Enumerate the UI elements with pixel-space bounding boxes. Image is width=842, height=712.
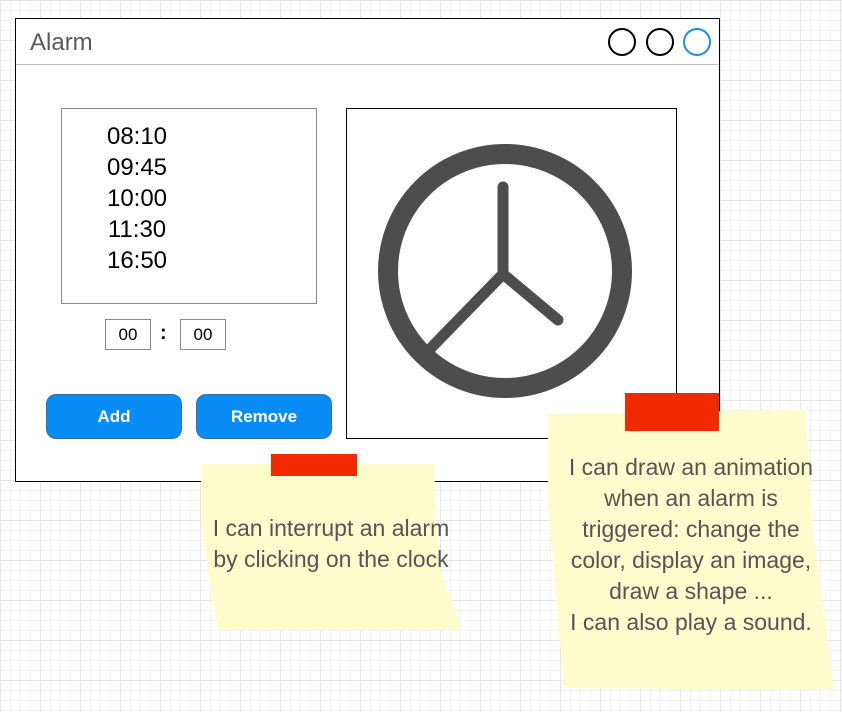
alarm-list-item[interactable]: 09:45: [62, 152, 212, 183]
time-separator: :: [160, 322, 167, 344]
note-line: I can also play a sound.: [570, 609, 812, 635]
window-title: Alarm: [30, 29, 93, 56]
alarm-list-item[interactable]: 16:50: [62, 245, 212, 276]
sticky-note-interrupt: I can interrupt an alarm by clicking on …: [196, 452, 466, 634]
window-control-button-2[interactable]: [646, 28, 674, 56]
title-bar: Alarm: [16, 19, 719, 65]
note-text: I can draw an animation when an alarm is…: [546, 452, 836, 638]
clock-display[interactable]: [346, 108, 677, 439]
alarm-list-item[interactable]: 08:10: [62, 121, 212, 152]
window-control-button-3[interactable]: [683, 28, 711, 56]
clock-icon: [378, 144, 632, 398]
note-line: I can draw an animation: [568, 454, 814, 480]
alarm-list[interactable]: 08:10 09:45 10:00 11:30 16:50: [61, 108, 317, 304]
add-button[interactable]: Add: [46, 394, 182, 439]
alarm-list-item[interactable]: 10:00: [62, 183, 212, 214]
sticky-note-animation: I can draw an animation when an alarm is…: [546, 392, 838, 692]
note-line: I can interrupt an alarm: [212, 515, 450, 541]
window-control-button-1[interactable]: [608, 28, 636, 56]
note-line: draw a shape ...: [609, 578, 773, 604]
note-line: when an alarm is: [604, 485, 778, 511]
minutes-input[interactable]: [180, 319, 226, 350]
tape-strip: [271, 454, 357, 476]
remove-button[interactable]: Remove: [196, 394, 332, 439]
hours-input[interactable]: [105, 319, 151, 350]
note-line: by clicking on the clock: [213, 546, 449, 572]
tape-strip: [625, 393, 719, 431]
note-line: triggered: change the: [582, 516, 800, 542]
note-line: color, display an image,: [570, 547, 812, 573]
alarm-list-item[interactable]: 11:30: [62, 214, 212, 245]
note-text: I can interrupt an alarm by clicking on …: [196, 513, 466, 575]
